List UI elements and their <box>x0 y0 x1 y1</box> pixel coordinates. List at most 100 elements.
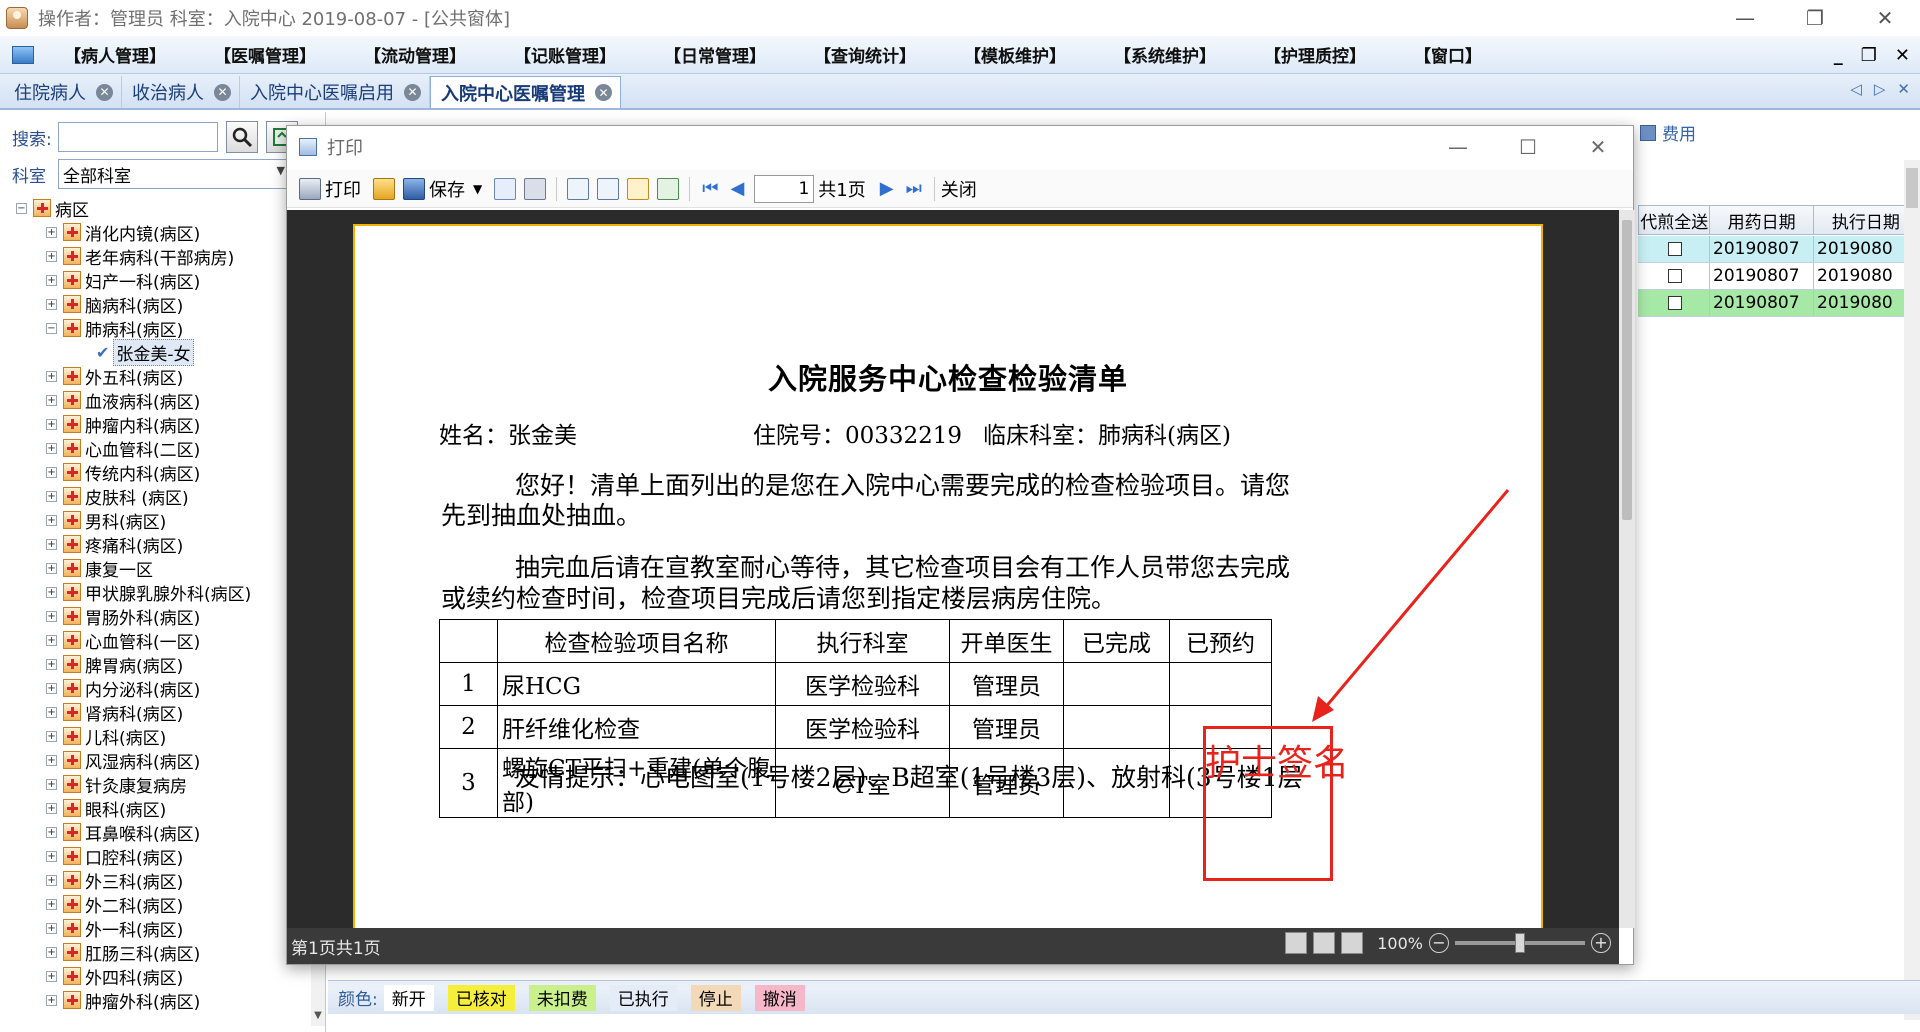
tab-close-icon[interactable]: ✕ <box>595 84 612 101</box>
tab-close-icon[interactable]: ✕ <box>404 83 421 101</box>
expand-icon[interactable]: + <box>46 802 57 814</box>
expand-icon[interactable]: + <box>46 658 57 670</box>
expand-icon[interactable]: + <box>46 826 57 838</box>
expand-icon[interactable]: + <box>46 634 57 646</box>
printer-icon[interactable] <box>299 177 321 200</box>
menu-system-maintenance[interactable]: 【系统维护】 <box>1114 42 1216 67</box>
tree-ward[interactable]: + 心血管科(二区) <box>0 436 312 461</box>
expand-icon[interactable]: + <box>46 850 57 862</box>
table-row[interactable]: 20190807 2019080 <box>1638 236 1920 263</box>
multi-page-view-icon[interactable] <box>1341 932 1364 954</box>
chevron-down-icon[interactable]: ▼ <box>277 164 285 177</box>
menu-nursing-quality[interactable]: 【护理质控】 <box>1264 42 1366 67</box>
expand-icon[interactable]: + <box>46 250 57 262</box>
tree-ward[interactable]: + 眼科(病区) <box>0 796 312 821</box>
tree-ward[interactable]: + 外一科(病区) <box>0 916 312 941</box>
prev-page-icon[interactable]: ◀ <box>730 178 744 199</box>
expand-icon[interactable]: + <box>46 274 57 286</box>
tree-ward[interactable]: + 血液病科(病区) <box>0 388 312 413</box>
single-page-view-icon[interactable] <box>1285 932 1308 954</box>
tree-ward[interactable]: + 妇产一科(病区) <box>0 268 312 293</box>
expand-icon[interactable]: + <box>46 970 57 982</box>
menu-daily-management[interactable]: 【日常管理】 <box>664 42 766 67</box>
expand-icon[interactable]: + <box>46 298 57 310</box>
scroll-down-icon[interactable]: ▼ <box>311 1010 325 1026</box>
tree-ward[interactable]: + 风湿病科(病区) <box>0 748 312 773</box>
tree-ward[interactable]: + 老年病科(干部病房) <box>0 244 312 269</box>
table-row[interactable]: 20190807 2019080 <box>1638 263 1920 290</box>
dialog-maximize-button[interactable]: ☐ <box>1493 126 1563 168</box>
tab-prev-icon[interactable]: ◁ <box>1850 80 1862 98</box>
tree-ward[interactable]: + 康复一区 <box>0 556 312 581</box>
col-header-decoct[interactable]: 代煎全送 <box>1639 206 1711 234</box>
mdi-minimize-button[interactable]: _ <box>1834 45 1843 66</box>
page-number-input[interactable]: 1 <box>754 174 815 203</box>
tab-close-icon[interactable]: ✕ <box>214 83 231 101</box>
tab-close-all-icon[interactable]: ✕ <box>1897 80 1910 98</box>
expand-icon[interactable]: + <box>46 394 57 406</box>
save-disk-icon[interactable] <box>403 177 425 200</box>
tree-ward[interactable]: + 胃肠外科(病区) <box>0 604 312 629</box>
menu-billing-management[interactable]: 【记账管理】 <box>514 42 616 67</box>
dialog-minimize-button[interactable]: — <box>1423 126 1493 168</box>
tree-ward[interactable]: + 外二科(病区) <box>0 892 312 917</box>
minimize-button[interactable]: — <box>1710 0 1780 36</box>
next-page-icon[interactable]: ▶ <box>880 178 894 199</box>
tree-ward[interactable]: + 男科(病区) <box>0 508 312 533</box>
expand-icon[interactable]: + <box>46 226 57 238</box>
expand-icon[interactable]: + <box>46 370 57 382</box>
decoct-checkbox[interactable] <box>1668 269 1682 283</box>
print-button[interactable]: 打印 <box>325 176 361 202</box>
tree-ward[interactable]: + 皮肤科 (病区) <box>0 484 312 509</box>
expand-icon[interactable]: + <box>46 538 57 550</box>
tree-ward[interactable]: + 疼痛科(病区) <box>0 532 312 557</box>
tree-ward[interactable]: + 心血管科(一区) <box>0 628 312 653</box>
expand-icon[interactable]: + <box>46 610 57 622</box>
tree-ward-expanded[interactable]: − 肺病科(病区) <box>0 316 312 341</box>
collapse-icon[interactable]: − <box>16 202 27 214</box>
preview-vscrollbar[interactable] <box>1619 210 1635 928</box>
tree-ward[interactable]: + 内分泌科(病区) <box>0 676 312 701</box>
menu-patient-management[interactable]: 【病人管理】 <box>64 42 166 67</box>
tree-ward[interactable]: + 肿瘤内科(病区) <box>0 412 312 437</box>
expand-icon[interactable]: + <box>46 874 57 886</box>
tab-order-enable[interactable]: 入院中心医嘱启用 ✕ <box>240 76 430 108</box>
email-icon[interactable] <box>494 177 517 200</box>
watermark-icon[interactable] <box>657 177 680 200</box>
expand-icon[interactable]: + <box>46 706 57 718</box>
zoom-slider-knob[interactable] <box>1515 933 1525 953</box>
expand-icon[interactable]: + <box>46 994 57 1006</box>
open-folder-icon[interactable] <box>373 177 395 200</box>
tree-ward[interactable]: + 肿瘤外科(病区) <box>0 988 312 1013</box>
expand-icon[interactable]: + <box>46 922 57 934</box>
tree-root[interactable]: − 病区 <box>0 196 312 221</box>
tree-ward[interactable]: + 耳鼻喉科(病区) <box>0 820 312 845</box>
close-window-button[interactable]: ✕ <box>1850 0 1920 36</box>
expand-icon[interactable]: + <box>46 754 57 766</box>
tab-inpatients[interactable]: 住院病人 ✕ <box>4 76 122 108</box>
decoct-checkbox[interactable] <box>1668 242 1682 256</box>
last-page-icon[interactable]: ⏭ <box>906 178 922 199</box>
orders-vscrollbar[interactable] <box>1904 160 1920 1020</box>
tab-admit-patients[interactable]: 收治病人 ✕ <box>122 76 240 108</box>
fee-tab[interactable]: 费用 <box>1640 120 1696 145</box>
tree-ward[interactable]: + 脑病科(病区) <box>0 292 312 317</box>
expand-icon[interactable]: + <box>46 442 57 454</box>
tab-order-management[interactable]: 入院中心医嘱管理 ✕ <box>430 76 621 108</box>
tree-ward[interactable]: + 消化内镜(病区) <box>0 220 312 245</box>
tree-patient[interactable]: ✔ 张金美-女 <box>0 338 312 366</box>
tree-ward[interactable]: + 甲状腺乳腺外科(病区) <box>0 580 312 605</box>
menu-app-icon[interactable] <box>12 45 34 64</box>
two-page-view-icon[interactable] <box>1313 932 1336 954</box>
mdi-restore-button[interactable]: ❐ <box>1861 45 1877 66</box>
close-preview-button[interactable]: 关闭 <box>941 176 977 202</box>
expand-icon[interactable]: + <box>46 778 57 790</box>
tree-ward[interactable]: + 口腔科(病区) <box>0 844 312 869</box>
page-layout-icon[interactable] <box>567 177 590 200</box>
tab-close-icon[interactable]: ✕ <box>96 83 113 101</box>
save-dropdown-icon[interactable]: ▼ <box>473 182 482 196</box>
expand-icon[interactable]: + <box>46 562 57 574</box>
table-row[interactable]: 20190807 2019080 <box>1638 290 1920 317</box>
search-input[interactable] <box>58 122 218 152</box>
scroll-thumb[interactable] <box>1906 168 1918 208</box>
